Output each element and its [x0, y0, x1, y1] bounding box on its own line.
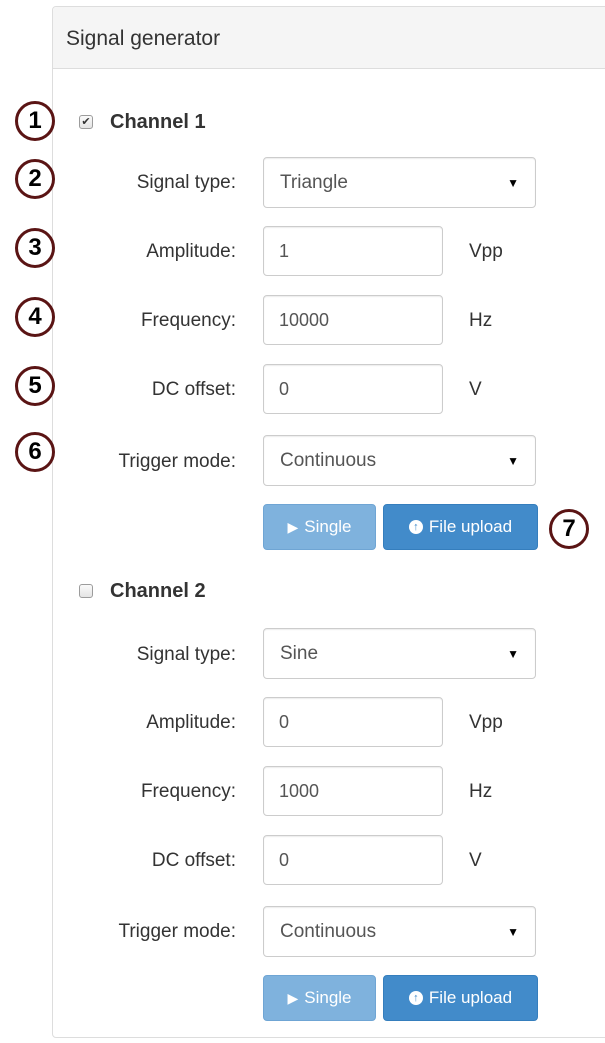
ch2-dc-offset-unit: V [469, 850, 482, 871]
ch1-single-button[interactable]: ▶︎ Single [263, 504, 376, 550]
ch1-trigger-mode-select[interactable]: Continuous ▼ [263, 435, 536, 486]
ch2-upload-label: File upload [428, 988, 513, 1007]
ch1-trigger-mode-label: Trigger mode: [118, 451, 236, 472]
ch1-trigger-mode-value: Continuous [280, 449, 377, 471]
ch1-frequency-label: Frequency: [140, 310, 236, 331]
ch1-upload-label: File upload [428, 517, 513, 536]
ch2-single-label: Single [304, 988, 352, 1007]
ch2-frequency-input[interactable]: 1000 [263, 766, 443, 816]
caret-down-icon: ▼ [507, 175, 519, 190]
caret-down-icon: ▼ [507, 646, 519, 661]
ch2-amplitude-input[interactable]: 0 [263, 697, 443, 747]
channel-1-checkbox[interactable]: ✔ [79, 115, 93, 129]
ch1-dc-offset-input[interactable]: 0 [263, 364, 443, 414]
ch1-file-upload-button[interactable]: ↑ File upload [383, 504, 538, 550]
ch2-signal-type-select[interactable]: Sine ▼ [263, 628, 536, 679]
caret-down-icon: ▼ [507, 924, 519, 939]
ch2-single-button[interactable]: ▶︎ Single [263, 975, 376, 1021]
ch2-frequency-unit: Hz [469, 781, 493, 802]
ch1-signal-type-value: Triangle [280, 171, 348, 193]
ch1-signal-type-select[interactable]: Triangle ▼ [263, 157, 536, 208]
ch2-signal-type-label: Signal type: [136, 644, 236, 665]
channel-1-label: Channel 1 [110, 110, 206, 133]
channel-2-label: Channel 2 [110, 579, 206, 602]
circle-arrow-up-icon: ↑ [408, 991, 423, 1005]
ch1-dc-offset-label: DC offset: [151, 379, 236, 400]
ch2-trigger-mode-select[interactable]: Continuous ▼ [263, 906, 536, 957]
ch2-signal-type-value: Sine [280, 642, 319, 664]
ch2-dc-offset-input[interactable]: 0 [263, 835, 443, 885]
ch1-dc-offset-unit: V [469, 379, 482, 400]
ch2-file-upload-button[interactable]: ↑ File upload [383, 975, 538, 1021]
ch2-amplitude-label: Amplitude: [146, 712, 236, 733]
circle-arrow-up-icon: ↑ [408, 520, 423, 534]
channel-2-checkbox[interactable] [79, 584, 93, 598]
ch1-amplitude-input[interactable]: 1 [263, 226, 443, 276]
ch2-trigger-mode-label: Trigger mode: [118, 921, 236, 942]
panel-heading: Signal generator [53, 7, 605, 69]
callout-7: 7 [549, 509, 589, 549]
ch2-trigger-mode-value: Continuous [280, 920, 377, 942]
ch1-frequency-unit: Hz [469, 310, 493, 331]
step-forward-icon: ▶︎ [287, 989, 299, 1006]
ch1-amplitude-unit: Vpp [469, 241, 503, 262]
ch2-amplitude-unit: Vpp [469, 712, 503, 733]
ch1-single-label: Single [304, 517, 352, 536]
channel-1-header: ✔ Channel 1 [79, 110, 206, 134]
ch1-signal-type-label: Signal type: [136, 172, 236, 193]
checkmark-icon: ✔ [81, 115, 91, 128]
step-forward-icon: ▶︎ [287, 518, 299, 535]
panel-title: Signal generator [66, 27, 221, 50]
channel-2-header: Channel 2 [79, 579, 206, 603]
ch2-dc-offset-label: DC offset: [151, 850, 236, 871]
ch2-frequency-label: Frequency: [140, 781, 236, 802]
caret-down-icon: ▼ [507, 453, 519, 468]
ch1-frequency-input[interactable]: 10000 [263, 295, 443, 345]
ch1-amplitude-label: Amplitude: [146, 241, 236, 262]
callout-1: 1 [15, 101, 55, 141]
